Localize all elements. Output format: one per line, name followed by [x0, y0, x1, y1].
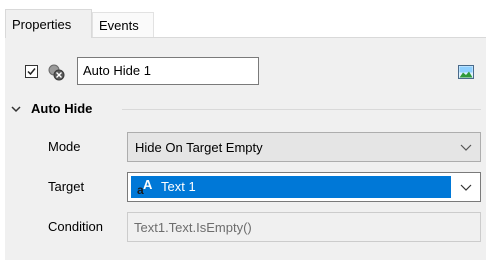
svg-text:A: A	[143, 177, 153, 192]
chevron-down-icon	[460, 184, 472, 191]
chevron-down-icon	[460, 144, 472, 151]
tab-events[interactable]: Events	[92, 12, 154, 38]
section-divider	[122, 109, 481, 110]
target-select[interactable]: a A Text 1	[127, 172, 481, 202]
condition-label: Condition	[48, 219, 103, 234]
tab-bar: Properties Events	[0, 0, 491, 39]
checkmark-icon	[27, 68, 36, 76]
target-label: Target	[48, 179, 85, 194]
image-icon[interactable]	[458, 65, 474, 79]
target-selected-item: a A Text 1	[131, 176, 451, 198]
section-title[interactable]: Auto Hide	[31, 101, 92, 116]
mode-label: Mode	[48, 139, 81, 154]
mode-select[interactable]: Hide On Target Empty	[127, 132, 481, 162]
chevron-down-icon[interactable]	[10, 103, 22, 115]
enabled-checkbox[interactable]	[25, 65, 38, 78]
text-object-icon: a A	[137, 177, 153, 197]
auto-hide-component-icon	[48, 64, 65, 81]
mode-value: Hide On Target Empty	[135, 140, 263, 155]
condition-value: Text1.Text.IsEmpty()	[134, 220, 252, 235]
condition-field[interactable]: Text1.Text.IsEmpty()	[127, 212, 481, 242]
target-value: Text 1	[161, 179, 196, 194]
tab-properties[interactable]: Properties	[5, 9, 92, 38]
tab-properties-label: Properties	[12, 17, 72, 32]
tab-events-label: Events	[99, 18, 139, 33]
component-name-input[interactable]: Auto Hide 1	[77, 57, 259, 85]
